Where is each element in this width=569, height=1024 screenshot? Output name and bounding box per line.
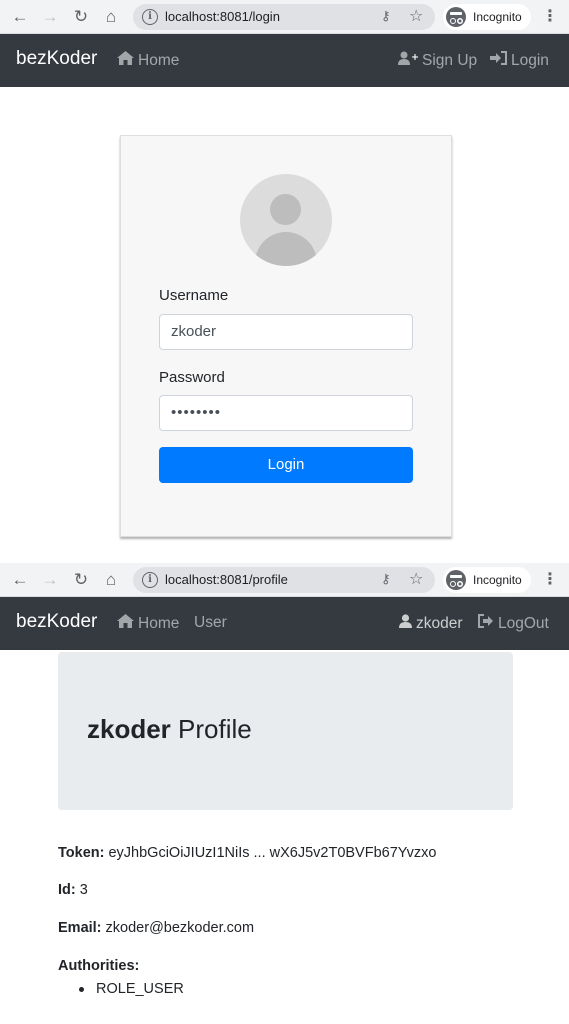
key-icon[interactable]: ⚷ <box>381 571 391 587</box>
site-info-icon[interactable]: i <box>142 9 158 25</box>
brand-link[interactable]: bezKoder <box>16 48 97 70</box>
avatar-head <box>270 194 301 225</box>
login-button[interactable]: Login <box>159 447 413 483</box>
browser-toolbar: ← → ↻ ⌂ i localhost:8081/login ⚷ ☆ Incog… <box>0 0 569 34</box>
token-label: Token: <box>58 845 105 861</box>
nav-logout-label: LogOut <box>498 615 549 632</box>
app-navbar: bezKoder Home User zkoder LogOut <box>0 597 569 650</box>
login-card: Username zkoder Password •••••••• Login <box>120 135 452 537</box>
incognito-icon <box>446 7 466 27</box>
home-icon[interactable]: ⌂ <box>101 7 121 27</box>
nav-signup-label: Sign Up <box>422 52 478 69</box>
sign-out-icon <box>478 614 494 633</box>
nav-profile-label: zkoder <box>416 615 463 632</box>
back-arrow-icon[interactable]: ← <box>10 7 30 27</box>
address-bar[interactable]: i localhost:8081/profile ⚷ ☆ <box>133 567 435 593</box>
nav-home-link[interactable]: Home <box>117 51 179 70</box>
bookmark-star-icon[interactable]: ☆ <box>409 569 423 589</box>
reload-icon[interactable]: ↻ <box>71 570 91 590</box>
incognito-badge[interactable]: Incognito <box>443 4 531 30</box>
username-input[interactable]: zkoder <box>159 314 413 350</box>
forward-arrow-icon[interactable]: → <box>40 570 60 590</box>
url-text[interactable]: localhost:8081/profile <box>165 572 288 587</box>
forward-arrow-icon[interactable]: → <box>40 7 60 27</box>
sign-in-icon <box>490 51 507 70</box>
id-value: 3 <box>75 882 88 898</box>
home-icon <box>117 51 134 70</box>
nav-home-link[interactable]: Home <box>117 614 179 633</box>
nav-user-link[interactable]: User <box>194 614 227 632</box>
list-item: ROLE_USER <box>58 981 184 997</box>
menu-dots-icon[interactable]: ⋮ <box>540 570 560 590</box>
nav-home-label: Home <box>138 52 180 69</box>
nav-logout-link[interactable]: LogOut <box>478 614 549 633</box>
address-bar[interactable]: i localhost:8081/login ⚷ ☆ <box>133 4 435 30</box>
incognito-badge[interactable]: Incognito <box>443 567 531 593</box>
home-icon[interactable]: ⌂ <box>101 570 121 590</box>
home-icon <box>117 614 134 633</box>
incognito-label: Incognito <box>473 573 522 587</box>
profile-header: zkoder Profile <box>58 652 513 810</box>
page-title: zkoder Profile <box>87 714 252 745</box>
user-icon <box>399 614 412 633</box>
nav-signup-link[interactable]: Sign Up <box>398 51 477 70</box>
avatar-placeholder-icon <box>240 174 332 266</box>
id-row: Id: 3 <box>58 882 88 898</box>
authorities-heading: Authorities: <box>58 958 139 974</box>
bookmark-star-icon[interactable]: ☆ <box>409 6 423 26</box>
username-label: Username <box>159 287 229 304</box>
token-row: Token: eyJhbGciOiJIUzI1NiIs ... wX6J5v2T… <box>58 845 436 861</box>
site-info-icon[interactable]: i <box>142 572 158 588</box>
brand-link[interactable]: bezKoder <box>16 611 97 633</box>
avatar-body <box>255 232 317 266</box>
user-plus-icon <box>398 51 418 70</box>
authorities-label: Authorities: <box>58 958 140 974</box>
authorities-list: ROLE_USER <box>58 981 184 997</box>
incognito-icon <box>446 570 466 590</box>
browser-toolbar: ← → ↻ ⌂ i localhost:8081/profile ⚷ ☆ Inc… <box>0 563 569 597</box>
email-row: Email: zkoder@bezkoder.com <box>58 920 254 936</box>
email-label: Email: <box>58 920 102 936</box>
password-label: Password <box>159 369 225 386</box>
key-icon[interactable]: ⚷ <box>381 8 391 24</box>
id-label: Id: <box>58 882 76 898</box>
nav-login-label: Login <box>511 52 549 69</box>
token-value: eyJhbGciOiJIUzI1NiIs ... wX6J5v2T0BVFb67… <box>104 845 437 861</box>
url-text[interactable]: localhost:8081/login <box>165 9 280 24</box>
app-navbar: bezKoder Home Sign Up Login <box>0 34 569 87</box>
nav-profile-link[interactable]: zkoder <box>399 614 463 633</box>
nav-login-link[interactable]: Login <box>490 51 549 70</box>
incognito-label: Incognito <box>473 10 522 24</box>
email-value: zkoder@bezkoder.com <box>101 920 255 936</box>
nav-home-label: Home <box>138 615 180 632</box>
reload-icon[interactable]: ↻ <box>71 7 91 27</box>
profile-username: zkoder <box>87 714 171 744</box>
back-arrow-icon[interactable]: ← <box>10 570 30 590</box>
menu-dots-icon[interactable]: ⋮ <box>540 7 560 27</box>
profile-title-suffix: Profile <box>170 714 252 744</box>
password-input[interactable]: •••••••• <box>159 395 413 431</box>
